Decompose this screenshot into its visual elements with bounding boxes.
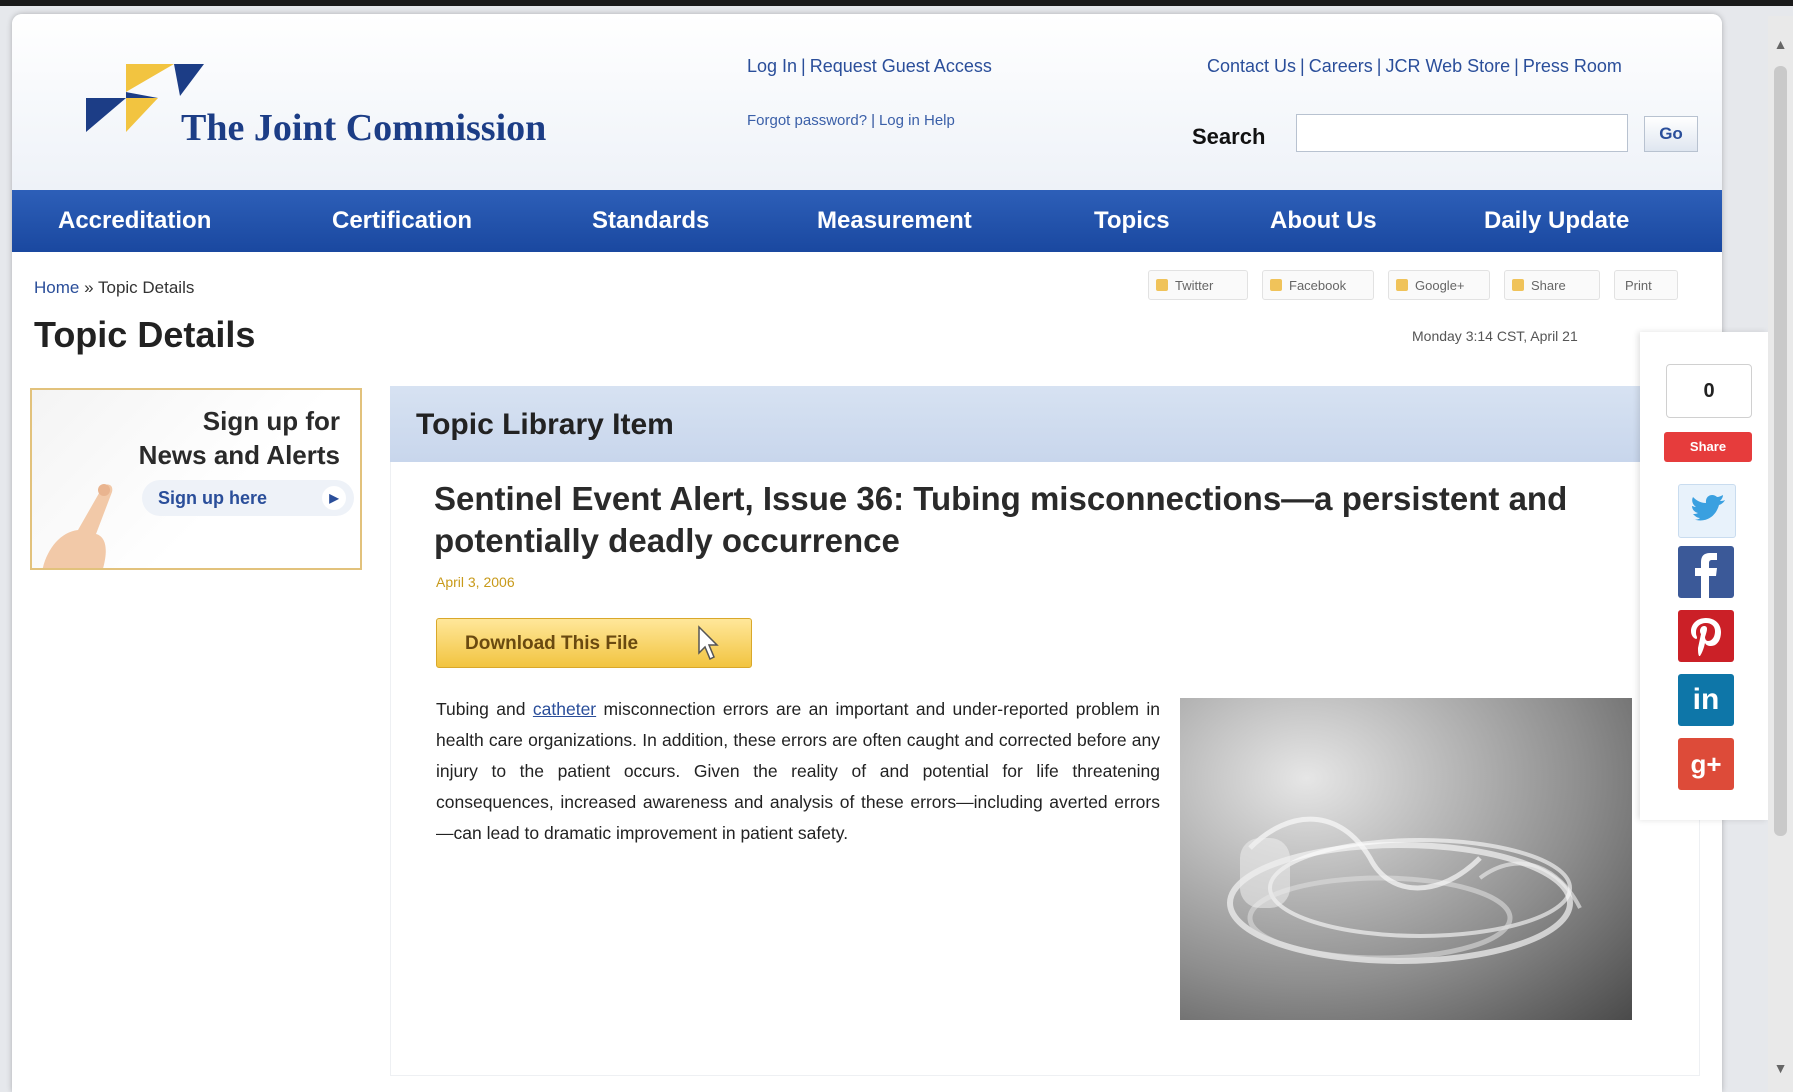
timestamp: Monday 3:14 CST, April 21 [1412,328,1578,344]
article-date: April 3, 2006 [436,574,515,590]
careers-link[interactable]: Careers [1309,56,1373,76]
main-nav: Accreditation Certification Standards Me… [12,190,1722,252]
request-guest-access-link[interactable]: Request Guest Access [810,56,992,76]
linkedin-icon[interactable]: in [1678,674,1734,726]
twitter-small-icon [1156,279,1168,291]
print-chip[interactable]: Print [1614,270,1678,300]
forgot-password-link[interactable]: Forgot password? [747,112,867,129]
pinterest-icon[interactable] [1678,610,1734,662]
download-label: Download This File [465,633,639,654]
share-count: 0 [1666,364,1752,418]
share-count-button[interactable]: Share [1664,432,1752,462]
page-scrollbar[interactable]: ▲ ▼ [1768,16,1793,1092]
nav-accreditation[interactable]: Accreditation [58,190,211,252]
twitter-icon[interactable] [1678,484,1736,538]
forgot-links: Forgot password? | Log in Help [747,112,955,129]
site-header: The Joint Commission Log In | Request Gues… [12,14,1722,190]
google-plus-share-chip[interactable]: Google+ [1388,270,1490,300]
logo-text: The Joint Commission [181,107,547,149]
arrow-right-icon: ▶ [322,486,346,510]
facebook-icon[interactable] [1678,546,1734,598]
sign-up-button[interactable]: Sign up here ▶ [142,480,354,516]
page: The Joint Commission Log In | Request Gues… [12,14,1722,1092]
nav-standards[interactable]: Standards [592,190,709,252]
nav-daily-update[interactable]: Daily Update [1484,190,1629,252]
utility-links: Contact Us | Careers | JCR Web Store | Press R… [1207,56,1622,76]
auth-links: Log In | Request Guest Access [747,56,992,76]
contact-us-link[interactable]: Contact Us [1207,56,1296,76]
breadcrumb-current: Topic Details [97,278,195,297]
scroll-up-icon[interactable]: ▲ [1772,36,1789,52]
breadcrumb: Home » Topic Details [34,278,194,298]
tubing-image-icon [1227,816,1582,964]
press-room-link[interactable]: Press Room [1523,56,1622,76]
library-header: Topic Library Item [390,386,1698,462]
cursor-icon [698,625,719,661]
tubing-photo [1180,698,1632,1020]
search-label: Search [1192,124,1266,149]
breadcrumb-home[interactable]: Home [34,278,79,297]
catheter-link[interactable]: catheter [533,699,596,719]
google-plus-icon[interactable]: g+ [1678,738,1734,790]
download-file-button[interactable]: Download This File [436,618,752,668]
article-body: Tubing and catheter misconnection errors… [436,699,1160,843]
social-share-rail: 0 Share in g+ [1640,332,1768,820]
share-chip[interactable]: Share [1504,270,1600,300]
nav-about-us[interactable]: About Us [1270,190,1377,252]
scroll-down-icon[interactable]: ▼ [1772,1060,1789,1076]
hand-icon [42,484,113,568]
twitter-share-chip[interactable]: Twitter [1148,270,1248,300]
jcr-web-store-link[interactable]: JCR Web Store [1385,56,1510,76]
nav-measurement[interactable]: Measurement [817,190,972,252]
facebook-small-icon [1270,279,1282,291]
breadcrumb-separator: » [84,278,94,297]
page-title: Topic Details [34,314,256,355]
scrollbar-thumb[interactable] [1774,66,1787,836]
login-help-link[interactable]: Log in Help [879,112,955,129]
library-title: Topic Library Item [416,408,674,441]
share-small-icon [1512,279,1524,291]
search-input[interactable] [1296,114,1628,152]
article-title: Sentinel Event Alert, Issue 36: Tubing m… [434,480,1568,559]
nav-topics[interactable]: Topics [1094,190,1170,252]
joint-commission-logo[interactable]: The Joint Commission [86,56,626,156]
google-plus-small-icon [1396,279,1408,291]
promo-title: Sign up for News and Alerts [138,406,340,470]
top-border [0,0,1793,6]
facebook-share-chip[interactable]: Facebook [1262,270,1374,300]
login-link[interactable]: Log In [747,56,797,76]
search-go-button[interactable]: Go [1644,116,1698,152]
nav-certification[interactable]: Certification [332,190,472,252]
newsletter-promo[interactable]: Sign up for News and Alerts Sign up here… [30,388,362,570]
